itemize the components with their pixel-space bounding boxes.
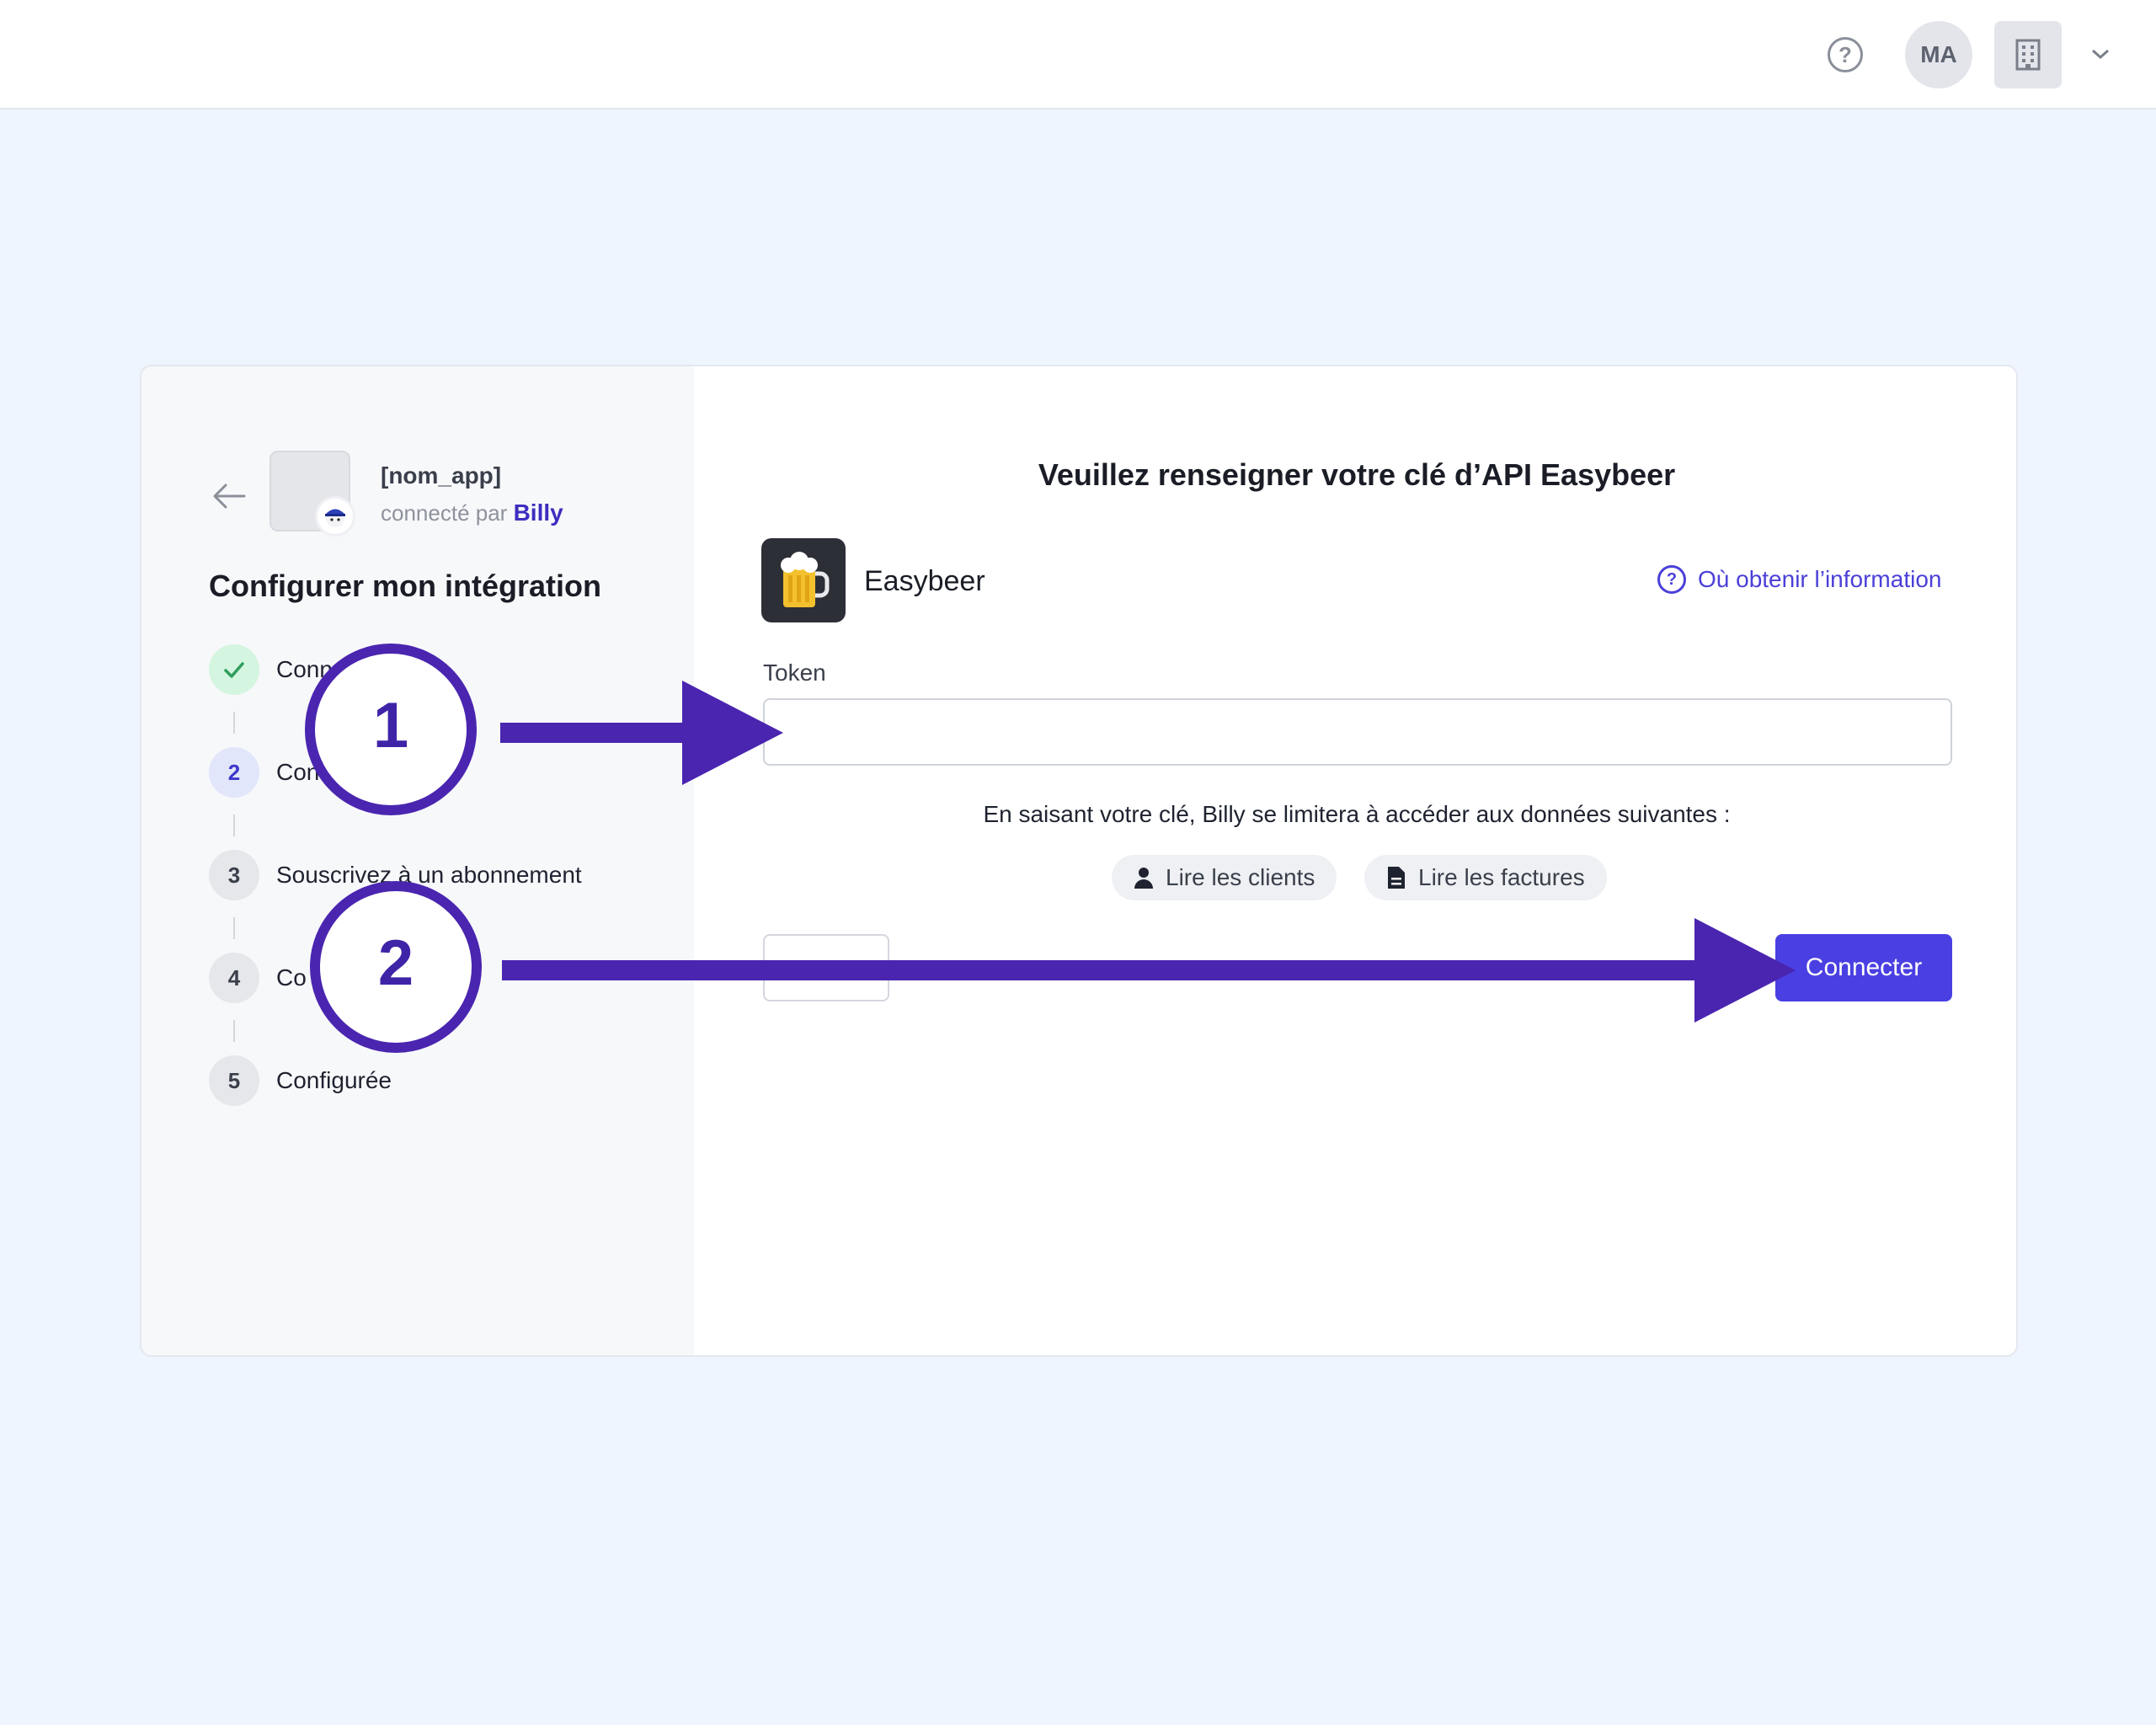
step-label: Co (276, 964, 307, 991)
billy-logo-icon (315, 496, 355, 537)
step-number: 2 (209, 747, 259, 798)
user-avatar[interactable]: MA (1905, 21, 1972, 88)
annotation-number-1: 1 (372, 690, 409, 761)
annotation-number-2: 2 (377, 927, 414, 999)
permission-label: Lire les factures (1418, 864, 1585, 890)
step-number: 4 (209, 953, 259, 1003)
connected-by-prefix: connecté par (381, 500, 508, 526)
app-name: [nom_app] (381, 462, 502, 489)
back-button[interactable] (763, 934, 889, 1001)
config-title: Configurer mon intégration (209, 569, 601, 603)
step-label: Conn _app] (276, 656, 398, 682)
step-connector (233, 712, 235, 734)
help-link[interactable]: ? Où obtenir l’information (1657, 565, 1941, 594)
connect-button[interactable]: Connecter (1775, 934, 1952, 1001)
step-number: 5 (209, 1055, 259, 1106)
permission-chip-clients: Lire les clients (1112, 855, 1337, 900)
steps-panel: [nom_app] connecté par Billy Configurer … (141, 366, 694, 1355)
step-label: Configurée (276, 1067, 392, 1093)
brand-name: Billy (513, 499, 563, 526)
person-icon (1134, 868, 1153, 889)
integration-name: Easybeer (864, 565, 985, 597)
beer-mug-icon (761, 538, 846, 622)
chevron-down-icon[interactable] (2087, 40, 2114, 67)
token-label: Token (763, 660, 826, 686)
building-icon (2015, 39, 2041, 71)
step-3: 3 Souscrivez à un abonnement (209, 850, 582, 900)
permissions-text: En saisant votre clé, Billy se limitera … (983, 801, 1731, 827)
help-link-label: Où obtenir l’information (1698, 566, 1942, 592)
top-bar: ? MA (0, 0, 2156, 109)
integration-card: [nom_app] connecté par Billy Configurer … (140, 365, 2018, 1357)
organization-button[interactable] (1994, 21, 2062, 88)
help-icon[interactable]: ? (1828, 37, 1863, 72)
step-1: Conn _app] (209, 644, 398, 695)
check-icon (209, 644, 259, 695)
document-icon (1388, 867, 1405, 889)
arrow-left-icon[interactable] (209, 476, 249, 516)
permission-chip-invoices: Lire les factures (1364, 855, 1607, 900)
page-title: Veuillez renseigner votre clé d’API Easy… (1038, 457, 1676, 492)
step-5: 5 Configurée (209, 1055, 392, 1106)
question-circle-icon: ? (1657, 565, 1686, 594)
connected-by: connecté par Billy (381, 499, 563, 526)
step-label: Con eer (276, 759, 360, 785)
step-connector (233, 1020, 235, 1042)
step-label: Souscrivez à un abonnement (276, 862, 582, 888)
permission-label: Lire les clients (1166, 864, 1315, 890)
step-connector (233, 917, 235, 939)
token-input[interactable] (763, 698, 1952, 766)
step-connector (233, 814, 235, 836)
step-number: 3 (209, 850, 259, 900)
step-4: 4 Co (209, 953, 307, 1003)
